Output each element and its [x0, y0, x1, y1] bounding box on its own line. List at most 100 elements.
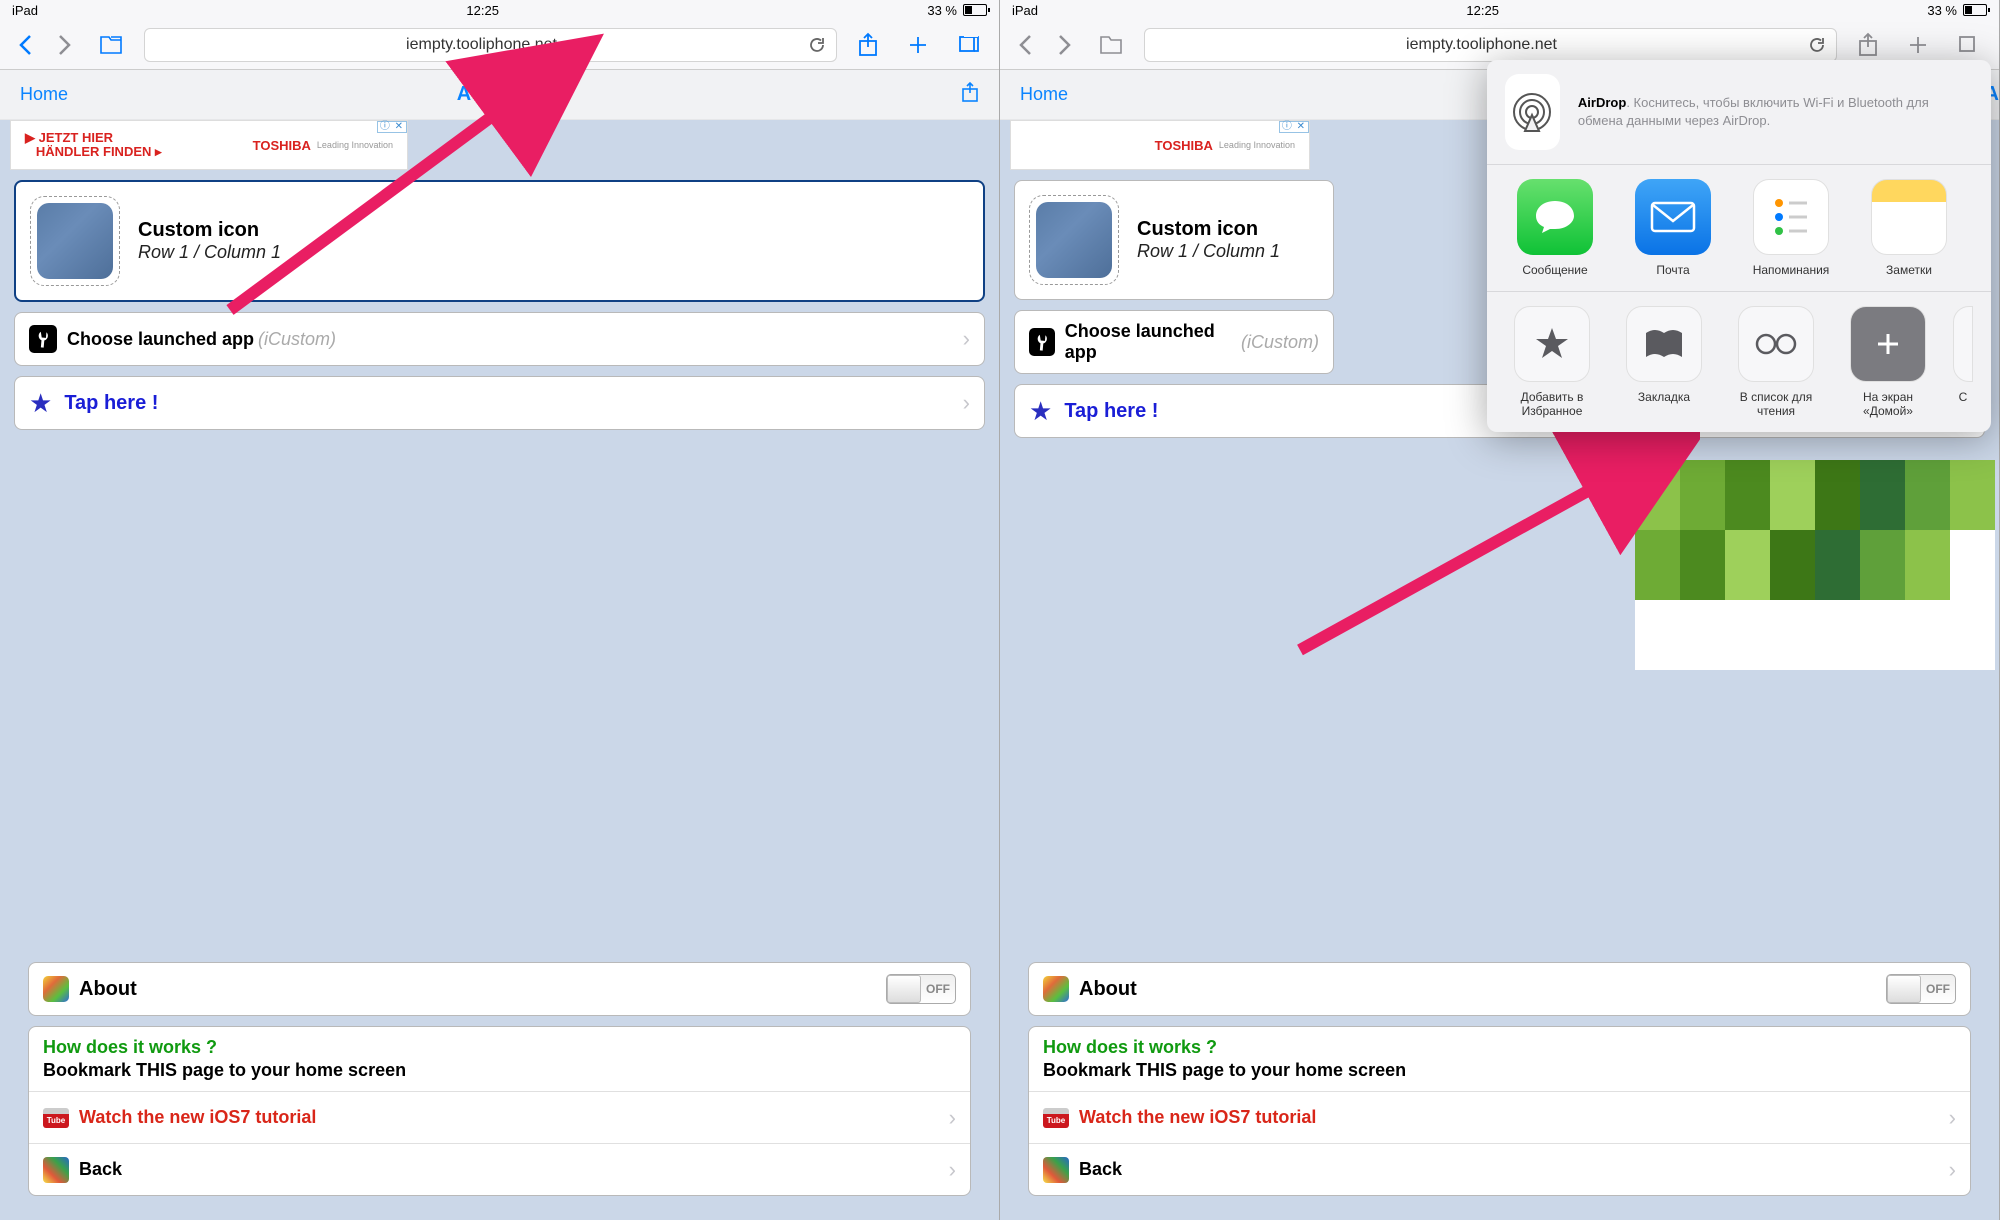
tabs-button[interactable] [1957, 34, 1981, 56]
tap-here-label: Tap here ! [64, 392, 158, 415]
forward-button [58, 34, 72, 56]
action-more[interactable]: С [1953, 306, 1973, 418]
custom-icon-card[interactable]: Custom icon Row 1 / Column 1 [1014, 180, 1334, 300]
adchoices-icon[interactable]: ⓘ ✕ [377, 121, 407, 133]
about-label: About [1079, 978, 1137, 1001]
launched-app-hint: (iCustom) [258, 329, 336, 350]
custom-icon-subtitle: Row 1 / Column 1 [1137, 241, 1280, 261]
share-action-label: В список для чтения [1729, 390, 1823, 418]
adchoices-icon[interactable]: ⓘ ✕ [1279, 121, 1309, 133]
device-label: iPad [1012, 3, 1038, 18]
pane-right: iPad 12:25 33 % iempty.tooliphone.net Ho… [1000, 0, 2000, 1220]
battery-icon [963, 4, 987, 16]
plus-icon [1850, 306, 1926, 382]
reload-button[interactable] [1808, 36, 1826, 54]
share-reminders[interactable]: Напоминания [1741, 179, 1841, 277]
chevron-right-icon: › [949, 1157, 956, 1183]
url-text: iempty.tooliphone.net [1155, 36, 1808, 54]
safari-toolbar: iempty.tooliphone.net [0, 20, 999, 70]
clock: 12:25 [1466, 3, 1499, 18]
ad-banner[interactable]: ▶ JETZT HIER HÄNDLER FINDEN ▸ TOSHIBALea… [10, 120, 408, 170]
preview-image [1635, 460, 1995, 670]
icon-thumbnail [30, 196, 120, 286]
info-card: How does it works ? Bookmark THIS page t… [28, 1026, 971, 1196]
about-card[interactable]: About OFF [1028, 962, 1971, 1016]
about-toggle[interactable]: OFF [1886, 974, 1956, 1004]
launched-app-card[interactable]: Choose launched app (iCustom) › [14, 312, 985, 366]
home-link[interactable]: Home [1020, 84, 1068, 105]
about-icon [1043, 976, 1069, 1002]
launched-app-hint: (iCustom) [1241, 332, 1319, 353]
action-add-to-home[interactable]: На экран «Домой» [1841, 306, 1935, 418]
new-tab-button[interactable] [907, 34, 929, 56]
bookmark-instruction: Bookmark THIS page to your home screen [1043, 1060, 1956, 1081]
share-mail[interactable]: Почта [1623, 179, 1723, 277]
home-link[interactable]: Home [20, 84, 68, 105]
share-app-label: Сообщение [1522, 263, 1587, 277]
back-icon [43, 1157, 69, 1183]
ad-row: ▶ JETZT HIER HÄNDLER FINDEN ▸ TOSHIBALea… [0, 120, 999, 170]
notes-icon [1871, 179, 1947, 255]
wrench-icon [29, 325, 57, 353]
airdrop-icon [1505, 74, 1560, 150]
action-reading-list[interactable]: В список для чтения [1729, 306, 1823, 418]
back-button[interactable] [18, 34, 32, 56]
star-icon: ★ [1029, 396, 1052, 427]
watch-tutorial-row[interactable]: Tube Watch the new iOS7 tutorial › [1029, 1091, 1970, 1143]
about-label: About [79, 978, 137, 1001]
action-add-favorite[interactable]: Добавить в Избранное [1505, 306, 1599, 418]
share-action-label: Закладка [1638, 390, 1690, 404]
messages-icon [1517, 179, 1593, 255]
youtube-icon: Tube [1043, 1108, 1069, 1128]
status-bar: iPad 12:25 33 % [0, 0, 999, 20]
chevron-right-icon: › [963, 326, 970, 352]
url-bar[interactable]: iempty.tooliphone.net [144, 28, 837, 62]
chevron-right-icon: › [963, 390, 970, 416]
url-bar[interactable]: iempty.tooliphone.net [1144, 28, 1837, 62]
airdrop-desc: . Коснитесь, чтобы включить Wi-Fi и Blue… [1578, 95, 1929, 128]
battery-percent: 33 % [927, 3, 957, 18]
back-row[interactable]: Back › [29, 1143, 970, 1195]
back-icon [1043, 1157, 1069, 1183]
custom-icon-card[interactable]: Custom icon Row 1 / Column 1 [14, 180, 985, 302]
chevron-right-icon: › [1949, 1105, 1956, 1131]
share-messages[interactable]: Сообщение [1505, 179, 1605, 277]
glasses-icon [1738, 306, 1814, 382]
share-sheet: AirDrop. Коснитесь, чтобы включить Wi-Fi… [1487, 60, 1991, 432]
new-tab-button[interactable] [1907, 34, 1929, 56]
book-icon [1626, 306, 1702, 382]
launched-app-label: Choose launched app [1065, 321, 1237, 363]
about-toggle[interactable]: OFF [886, 974, 956, 1004]
launched-app-card[interactable]: Choose launched app (iCustom) [1014, 310, 1334, 374]
page-share-button[interactable] [961, 81, 979, 108]
mail-icon [1635, 179, 1711, 255]
back-row[interactable]: Back › [1029, 1143, 1970, 1195]
reload-button[interactable] [808, 36, 826, 54]
back-label: Back [1079, 1159, 1122, 1180]
custom-icon-title: Custom icon [1137, 218, 1280, 241]
airdrop-row[interactable]: AirDrop. Коснитесь, чтобы включить Wi-Fi… [1487, 60, 1991, 165]
share-button[interactable] [857, 32, 879, 58]
battery-icon [1963, 4, 1987, 16]
wrench-icon [1029, 328, 1055, 356]
ad-banner[interactable]: TOSHIBALeading Innovation ⓘ ✕ [1010, 120, 1310, 170]
tabs-button[interactable] [957, 34, 981, 56]
bookmarks-button[interactable] [1098, 34, 1124, 56]
watch-tutorial-label: Watch the new iOS7 tutorial [79, 1107, 316, 1128]
info-card: How does it works ? Bookmark THIS page t… [1028, 1026, 1971, 1196]
watch-tutorial-row[interactable]: Tube Watch the new iOS7 tutorial › [29, 1091, 970, 1143]
about-icon [43, 976, 69, 1002]
back-button[interactable] [1018, 34, 1032, 56]
share-button[interactable] [1857, 32, 1879, 58]
pane-left: iPad 12:25 33 % iempty.tooliphone.net Ho… [0, 0, 1000, 1220]
tap-here-card[interactable]: ★ Tap here ! › [14, 376, 985, 430]
bookmarks-button[interactable] [98, 34, 124, 56]
action-bookmark[interactable]: Закладка [1617, 306, 1711, 418]
youtube-icon: Tube [43, 1108, 69, 1128]
url-text: iempty.tooliphone.net [155, 36, 808, 54]
share-app-label: Заметки [1886, 263, 1932, 277]
about-card[interactable]: About OFF [28, 962, 971, 1016]
share-notes[interactable]: Заметки [1859, 179, 1959, 277]
airdrop-name: AirDrop [1578, 95, 1626, 110]
how-it-works-label: How does it works ? [1043, 1037, 1956, 1058]
